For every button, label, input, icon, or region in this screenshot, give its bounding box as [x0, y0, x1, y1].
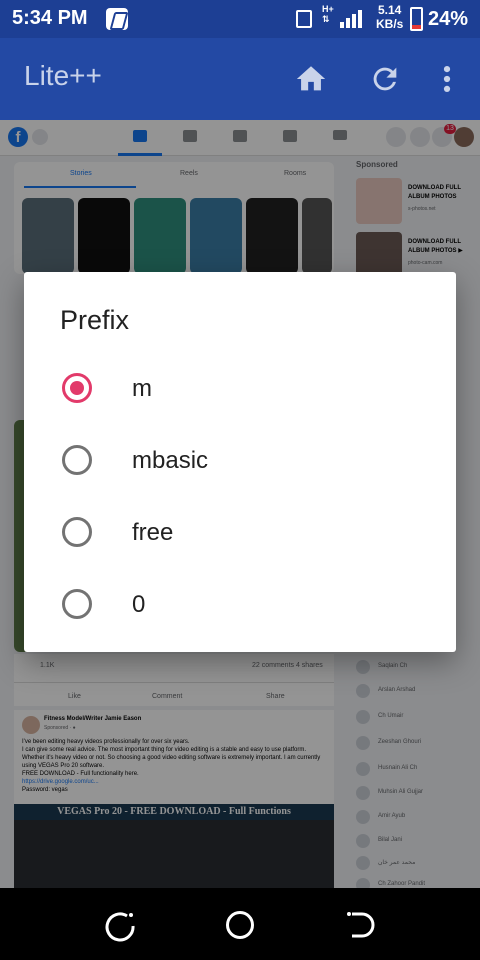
- option-mbasic[interactable]: mbasic: [24, 429, 456, 493]
- vibrate-icon: [296, 10, 312, 28]
- dialog-title: Prefix: [60, 305, 130, 335]
- recents-icon[interactable]: [100, 908, 140, 942]
- option-label: free: [132, 519, 174, 546]
- radio-button[interactable]: [62, 445, 92, 475]
- system-nav-bar: [0, 888, 480, 960]
- signal-icon: [340, 10, 364, 28]
- more-vert-icon[interactable]: [430, 62, 464, 96]
- option-free[interactable]: free: [24, 501, 456, 565]
- option-m[interactable]: m: [24, 357, 456, 421]
- radio-button[interactable]: [62, 589, 92, 619]
- home-icon[interactable]: [294, 62, 328, 96]
- status-bar: 5:34 PM H+ ⇅ 5.14 KB/s 24%: [0, 0, 480, 38]
- refresh-icon[interactable]: [368, 62, 402, 96]
- battery-percent: 24%: [428, 8, 469, 30]
- radio-button-selected[interactable]: [62, 373, 92, 403]
- app-bar: Lite++: [0, 38, 480, 120]
- back-icon[interactable]: [340, 908, 380, 942]
- network-speed: 5.14 KB/s: [376, 3, 404, 31]
- option-0[interactable]: 0: [24, 573, 456, 637]
- notification-app-icon: [106, 8, 128, 30]
- network-type: H+ ⇅: [322, 4, 334, 24]
- battery-icon: [410, 7, 423, 31]
- radio-button[interactable]: [62, 517, 92, 547]
- option-label: 0: [132, 591, 146, 618]
- status-time: 5:34 PM: [12, 7, 88, 29]
- option-label: mbasic: [132, 447, 209, 474]
- home-circle-icon[interactable]: [220, 908, 260, 942]
- prefix-dialog: Prefix m mbasic free 0: [24, 272, 456, 652]
- app-title: Lite++: [24, 60, 102, 91]
- option-label: m: [132, 375, 152, 402]
